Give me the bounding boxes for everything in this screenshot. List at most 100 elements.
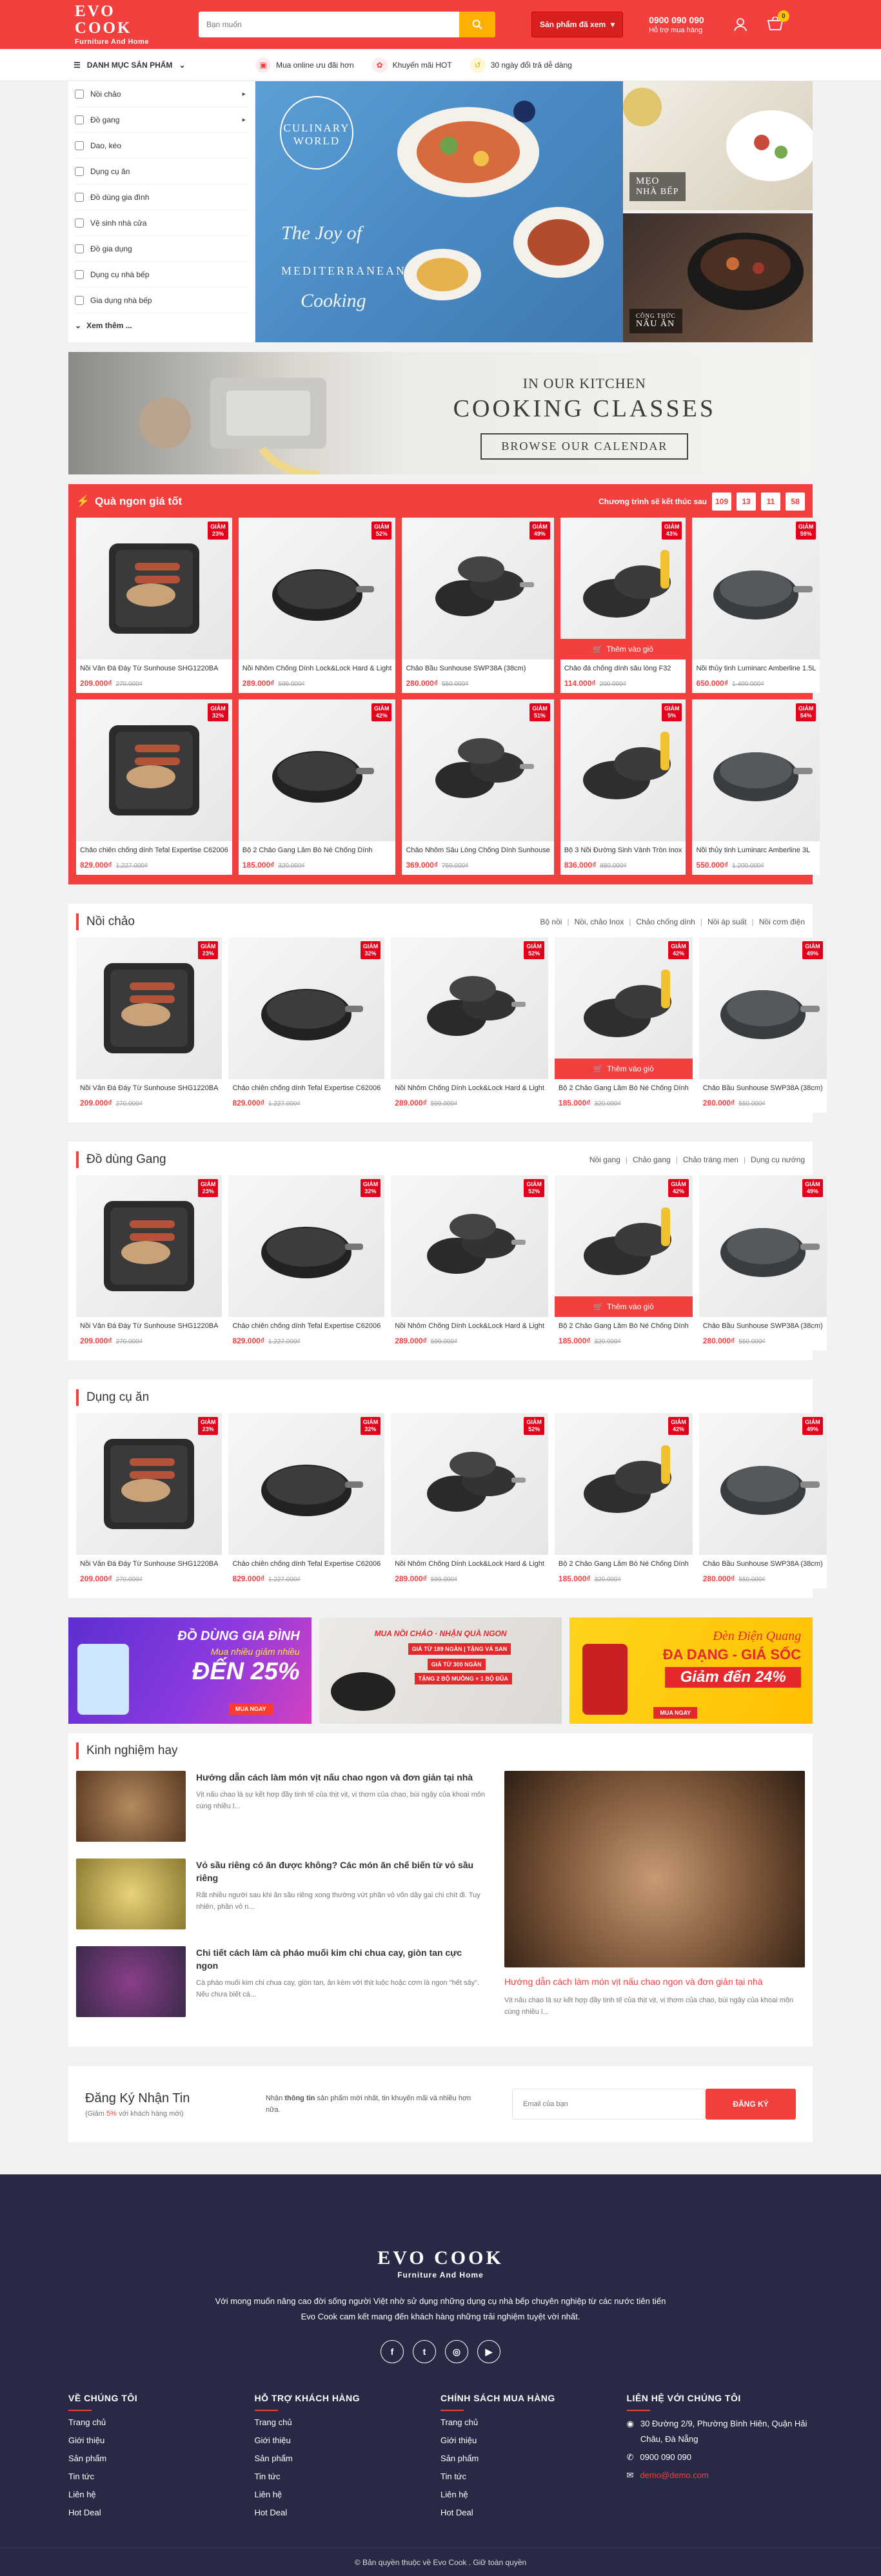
kitchen-tips-banner[interactable]: MẸO NHÀ BẾP [623,81,813,210]
product-image[interactable]: GIẢM 49% [698,1413,827,1555]
product-card[interactable]: GIẢM 52% Nồi Nhôm Chống Dính Lock&Lock Har… [238,518,396,693]
product-name[interactable]: Chảo chiên chống dính Tefal Expertise C6… [232,1322,381,1330]
product-image[interactable]: GIẢM 52% [391,937,548,1079]
footer-link[interactable]: Sản phẩm [68,2450,255,2468]
product-name[interactable]: Nồi thủy tinh Luminarc Amberline 3L [696,846,816,854]
product-image[interactable]: GIẢM 32% [228,1413,385,1555]
section-title[interactable]: Đồ dùng Gang [76,1151,166,1168]
article-item[interactable]: Hướng dẫn cách làm món vịt nấu chao ngon… [76,1771,485,1842]
product-name[interactable]: Nồi Nhôm Chống Dính Lock&Lock Hard & Lig… [243,665,392,672]
product-card[interactable]: GIẢM 32% Chảo chiên chống dính Tefal Exper… [228,1175,385,1351]
product-card[interactable]: GIẢM 49% Chảo Bầu Sunhouse SWP38A (38cm) 28… [698,937,827,1113]
category-item[interactable]: Vệ sinh nhà cửa [75,210,248,236]
section-tag[interactable]: Nồi cơm điện [759,917,805,926]
product-name[interactable]: Chảo Bầu Sunhouse SWP38A (38cm) [703,1084,823,1092]
product-card[interactable]: GIẢM 54% Nồi thủy tinh Luminarc Amberline … [692,699,820,875]
footer-link[interactable]: Giới thiệu [440,2432,627,2450]
featured-article[interactable]: Hướng dẫn cách làm món vịt nấu chao ngon… [504,1771,805,2034]
article-item[interactable]: Chi tiết cách làm cà pháo muối kim chi c… [76,1946,485,2017]
youtube-icon[interactable]: ▶ [477,2340,500,2363]
promo-pots[interactable]: MUA NỒI CHẢO · NHẬN QUÀ NGON GIÁ TỪ 189 … [319,1617,562,1724]
facebook-icon[interactable]: f [381,2340,404,2363]
featured-article-title[interactable]: Hướng dẫn cách làm món vịt nấu chao ngon… [504,1975,805,1988]
section-tag[interactable]: Bộ nồi [540,917,562,926]
product-image[interactable]: GIẢM 51% [402,699,554,841]
footer-link[interactable]: Trang chủ [255,2414,441,2432]
product-card[interactable]: GIẢM 51% Chảo Nhôm Sâu Lòng Chống Dính Sun… [402,699,554,875]
product-image[interactable]: GIẢM 59% [692,518,820,659]
product-image[interactable]: GIẢM 23% [76,937,223,1079]
footer-link[interactable]: Hot Deal [440,2504,627,2522]
promo3-button[interactable]: MUA NGAY [653,1707,698,1719]
category-item[interactable]: Gia dụng nhà bếp [75,288,248,313]
promo1-button[interactable]: MUA NGAY [228,1703,273,1715]
recipes-banner[interactable]: CÔNG THỨC NẤU ĂN [623,213,813,342]
category-menu-toggle[interactable]: ☰ DANH MỤC SẢN PHẨM ⌄ [68,61,255,70]
footer-link[interactable]: Sản phẩm [440,2450,627,2468]
category-item[interactable]: Đồ gia dụng [75,236,248,262]
section-tag[interactable]: Dụng cụ nướng [751,1155,805,1164]
article-item[interactable]: Vỏ sầu riêng có ăn được không? Các món ă… [76,1859,485,1929]
article-image[interactable] [76,1859,186,1929]
product-card[interactable]: GIẢM 32% Chảo chiên chống dính Tefal Exper… [228,1413,385,1588]
footer-link[interactable]: Trang chủ [440,2414,627,2432]
product-name[interactable]: Chảo Nhôm Sâu Lòng Chống Dính Sunhouse [406,846,549,854]
product-card[interactable]: GIẢM 52% Nồi Nhôm Chống Dính Lock&Lock Har… [391,1175,548,1351]
product-image[interactable]: GIẢM 23% [76,518,232,659]
product-card[interactable]: GIẢM 49% Chảo Bầu Sunhouse SWP38A (38cm) 28… [698,1413,827,1588]
product-image[interactable]: GIẢM 23% [76,1175,223,1317]
footer-link[interactable]: Tin tức [440,2468,627,2486]
product-image[interactable]: GIẢM 52% [391,1175,548,1317]
product-name[interactable]: Chảo Bầu Sunhouse SWP38A (38cm) [703,1322,823,1330]
product-name[interactable]: Chảo chiên chống dính Tefal Expertise C6… [232,1560,381,1568]
product-card[interactable]: GIẢM 59% Nồi thủy tinh Luminarc Amberline … [692,518,820,693]
product-card[interactable]: GIẢM 43% 🛒 Thêm vào giỏ Chảo đá chống dính s… [560,518,686,693]
product-card[interactable]: GIẢM 32% Chảo chiên chống dính Tefal Exper… [76,699,232,875]
product-name[interactable]: Bộ 2 Chảo Gang Lâm Bò Né Chống Dính [559,1560,689,1568]
newsletter-subscribe-button[interactable]: ĐĂNG KÝ [706,2089,796,2120]
product-image[interactable]: GIẢM 42% [238,699,396,841]
section-tag[interactable]: Chảo chống dính [636,917,695,926]
product-name[interactable]: Nồi Nhôm Chống Dính Lock&Lock Hard & Lig… [395,1560,544,1568]
newsletter-email-input[interactable] [512,2089,706,2120]
footer-link[interactable]: Tin tức [68,2468,255,2486]
product-name[interactable]: Nồi Vân Đá Đáy Từ Sunhouse SHG1220BA [80,1322,218,1330]
category-item[interactable]: Dao, kéo [75,133,248,159]
article-image[interactable] [76,1771,186,1842]
featured-article-image[interactable] [504,1771,805,1967]
search-input[interactable] [199,12,459,37]
footer-link[interactable]: Sản phẩm [255,2450,441,2468]
product-card[interactable]: GIẢM 42% 🛒 Thêm vào giỏ Bộ 2 Chảo Gang Lâm B… [554,937,693,1113]
product-image[interactable]: GIẢM 52% [391,1413,548,1555]
section-tag[interactable]: Nồi gang [589,1155,620,1164]
category-item[interactable]: Đồ dùng gia đình [75,184,248,210]
add-to-cart-button[interactable]: 🛒 Thêm vào giỏ [554,1059,693,1079]
product-name[interactable]: Nồi Vân Đá Đáy Từ Sunhouse SHG1220BA [80,665,228,672]
product-card[interactable]: GIẢM 42% Bộ 2 Chảo Gang Lâm Bò Né Chống Dí… [554,1413,693,1588]
product-card[interactable]: GIẢM 52% Nồi Nhôm Chống Dính Lock&Lock Har… [391,1413,548,1588]
section-tag[interactable]: Nồi áp suất [708,917,747,926]
product-card[interactable]: GIẢM 42% Bộ 2 Chảo Gang Lâm Bò Né Chống Dí… [238,699,396,875]
product-image[interactable]: GIẢM 23% [76,1413,223,1555]
product-card[interactable]: GIẢM 23% Nồi Vân Đá Đáy Từ Sunhouse SHG122… [76,937,223,1113]
article-image[interactable] [76,1946,186,2017]
product-card[interactable]: GIẢM 23% Nồi Vân Đá Đáy Từ Sunhouse SHG122… [76,1175,223,1351]
product-image[interactable]: GIẢM 42% 🛒 Thêm vào giỏ [554,937,693,1079]
category-item[interactable]: Đồ gang ▸ [75,107,248,133]
product-image[interactable]: GIẢM 49% [698,937,827,1079]
category-item[interactable]: Nồi chảo ▸ [75,81,248,107]
footer-link[interactable]: Hot Deal [68,2504,255,2522]
product-image[interactable]: GIẢM 32% [76,699,232,841]
browse-calendar-button[interactable]: BROWSE OUR CALENDAR [480,433,689,460]
footer-link[interactable]: Tin tức [255,2468,441,2486]
product-card[interactable]: GIẢM 49% Chảo Bầu Sunhouse SWP38A (38cm) 28… [402,518,554,693]
footer-logo[interactable]: EVO COOK Furniture And Home [68,2247,813,2279]
instagram-icon[interactable]: ◎ [445,2340,468,2363]
categories-more-link[interactable]: ⌄ Xem thêm ... [75,313,248,338]
promo-lights[interactable]: Đèn Điện Quang ĐA DẠNG - GIÁ SỐC Giảm đế… [569,1617,813,1724]
product-name[interactable]: Chảo Bầu Sunhouse SWP38A (38cm) [703,1560,823,1568]
product-image[interactable]: GIẢM 43% 🛒 Thêm vào giỏ [560,518,686,659]
contact-value[interactable]: 0900 090 090 [640,2450,691,2465]
product-image[interactable]: GIẢM 32% [228,937,385,1079]
category-item[interactable]: Dụng cụ nhà bếp [75,262,248,288]
